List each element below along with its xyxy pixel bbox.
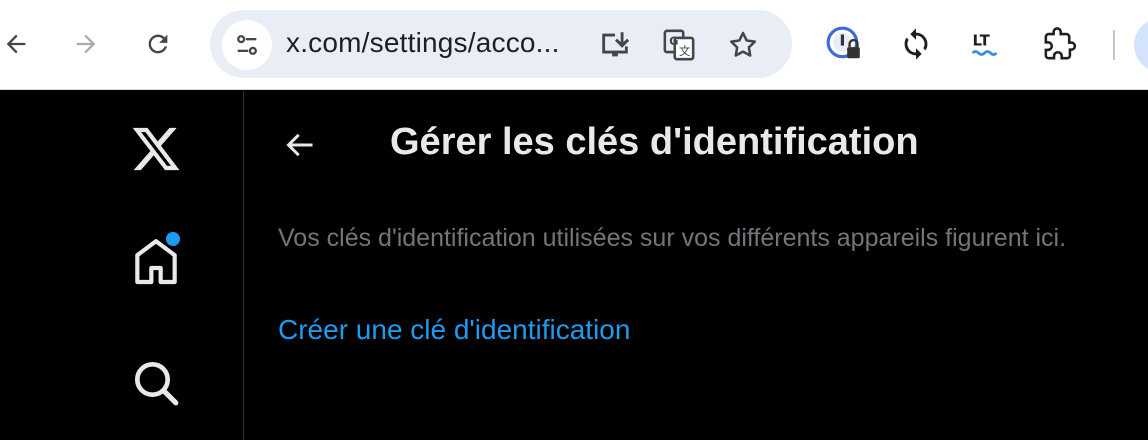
sync-icon	[904, 28, 928, 60]
create-passkey-link[interactable]: Créer une clé d'identification	[278, 314, 630, 346]
svg-text:G: G	[669, 34, 678, 48]
search-icon	[135, 362, 179, 406]
page-title: Gérer les clés d'identification	[390, 121, 919, 163]
languagetool-icon: LT	[971, 32, 998, 56]
svg-text:LT: LT	[973, 32, 991, 50]
forward-button[interactable]	[64, 22, 108, 66]
forward-arrow-icon	[76, 34, 96, 54]
back-button[interactable]	[0, 22, 38, 66]
reload-button[interactable]	[136, 22, 180, 66]
install-desktop-icon	[602, 32, 630, 57]
arrow-left-icon	[286, 133, 313, 157]
translate-button[interactable]: G 文	[660, 26, 698, 64]
star-icon	[730, 31, 756, 57]
extension-password-manager[interactable]	[824, 24, 864, 64]
reload-icon	[148, 34, 168, 54]
toolbar-divider	[1113, 30, 1115, 60]
tune-icon	[237, 35, 257, 55]
x-settings-page: Gérer les clés d'identification Vos clés…	[0, 91, 1148, 440]
address-bar[interactable]: x.com/settings/acco... G 文	[210, 10, 792, 78]
page-description: Vos clés d'identification utilisées sur …	[278, 224, 1067, 252]
profile-avatar[interactable]	[1134, 18, 1148, 72]
back-arrow-icon	[6, 34, 26, 54]
bookmark-button[interactable]	[724, 26, 762, 64]
page-back-button[interactable]	[278, 127, 320, 163]
sidebar	[0, 91, 244, 440]
install-app-button[interactable]	[596, 26, 634, 64]
nav-explore[interactable]	[128, 355, 184, 411]
extension-sync[interactable]	[896, 24, 936, 64]
svg-text:文: 文	[679, 44, 690, 58]
translate-icon: G 文	[663, 29, 695, 61]
extensions-button[interactable]	[1040, 24, 1080, 64]
x-logo-icon	[132, 127, 180, 171]
url-text[interactable]: x.com/settings/acco...	[286, 27, 560, 59]
x-logo[interactable]	[130, 123, 182, 175]
puzzle-icon	[1044, 27, 1077, 60]
browser-toolbar: x.com/settings/acco... G 文 LT	[0, 0, 1148, 90]
password-manager-icon	[826, 26, 860, 59]
extension-languagetool[interactable]: LT	[966, 24, 1006, 64]
notification-dot	[166, 232, 180, 246]
site-info-button[interactable]	[222, 20, 272, 70]
